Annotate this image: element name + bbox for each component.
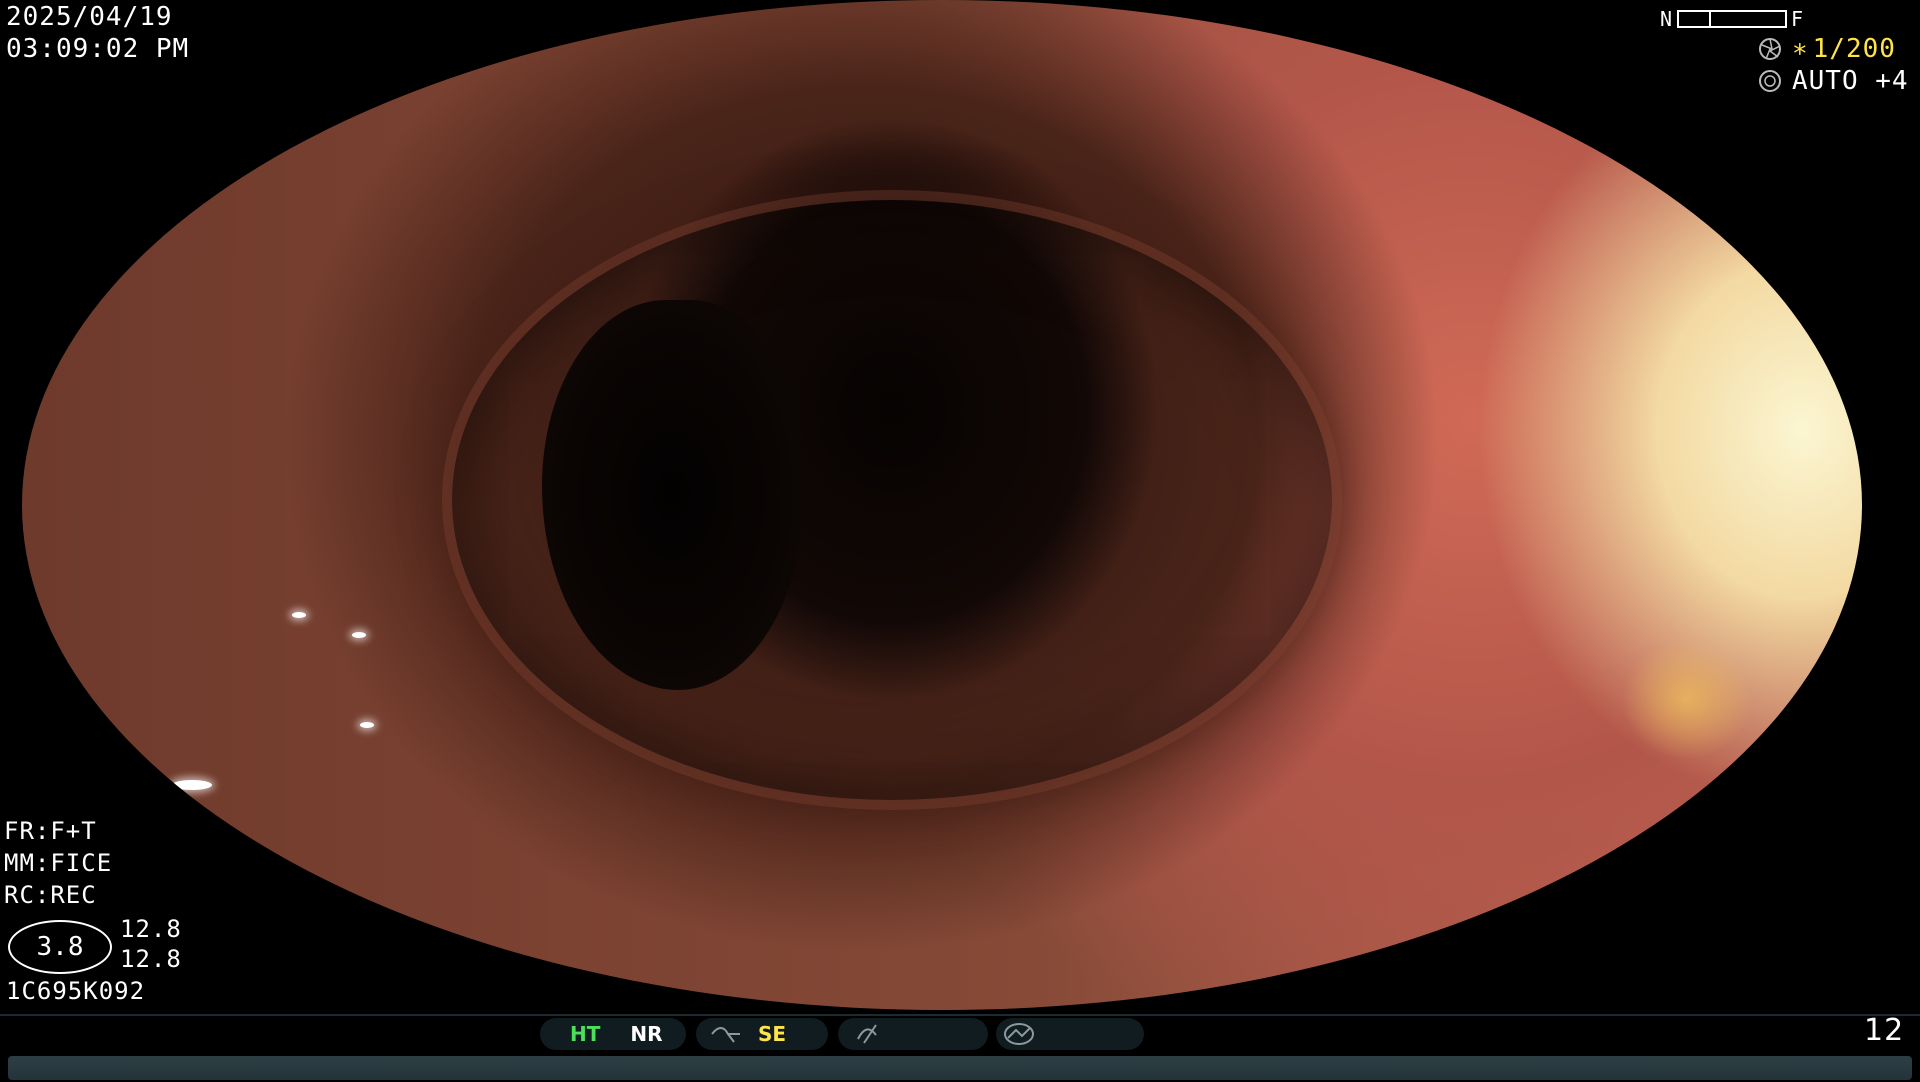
se-indicator: SE <box>696 1018 828 1050</box>
time-readout: 03:09:02 PM <box>6 34 190 64</box>
near-far-bar <box>1677 10 1788 28</box>
specular-glint <box>172 780 212 790</box>
slash-wave-icon <box>857 1024 877 1044</box>
frame-number: 12 <box>1864 1013 1905 1048</box>
mm-readout: MM:FICE <box>4 849 113 877</box>
shutter-dial-icon <box>1759 38 1781 60</box>
shutter-value: 1/200 <box>1812 34 1896 64</box>
dome-indicator <box>996 1018 1144 1050</box>
auto-row: AUTO +4 <box>1758 66 1909 96</box>
auto-value: AUTO +4 <box>1792 66 1909 96</box>
rc-readout: RC:REC <box>4 881 97 909</box>
slash-wave-indicator <box>838 1018 988 1050</box>
dome-icon <box>1004 1023 1034 1045</box>
shutter-prefix: ∗ <box>1792 34 1809 64</box>
mucosa-highlight <box>1622 640 1752 760</box>
ht-nr-indicator: HT NR <box>540 1018 686 1050</box>
ht-label: HT <box>570 1022 601 1046</box>
wave-icon <box>711 1027 740 1043</box>
date-readout: 2025/04/19 <box>6 2 173 32</box>
specular-glint <box>360 722 374 728</box>
ellipse-value: 3.8 <box>36 932 84 962</box>
iris-dial-icon <box>1759 70 1781 92</box>
value-b-readout: 12.8 <box>120 945 182 973</box>
ellipse-value-badge: 3.8 <box>8 920 112 974</box>
specular-glint <box>240 900 260 906</box>
specular-glint <box>292 612 306 618</box>
status-strip <box>8 1056 1912 1080</box>
near-label: N <box>1660 7 1674 31</box>
nr-label: NR <box>630 1022 663 1046</box>
serial-readout: 1C695K092 <box>6 977 146 1005</box>
near-far-scale: N F <box>1660 6 1804 32</box>
endoscope-view <box>22 0 1862 1010</box>
specular-glint <box>352 632 366 638</box>
far-label: F <box>1791 7 1805 31</box>
shutter-row: ∗ 1/200 <box>1758 34 1896 64</box>
value-a-readout: 12.8 <box>120 915 182 943</box>
fr-readout: FR:F+T <box>4 817 97 845</box>
se-label: SE <box>758 1022 787 1046</box>
